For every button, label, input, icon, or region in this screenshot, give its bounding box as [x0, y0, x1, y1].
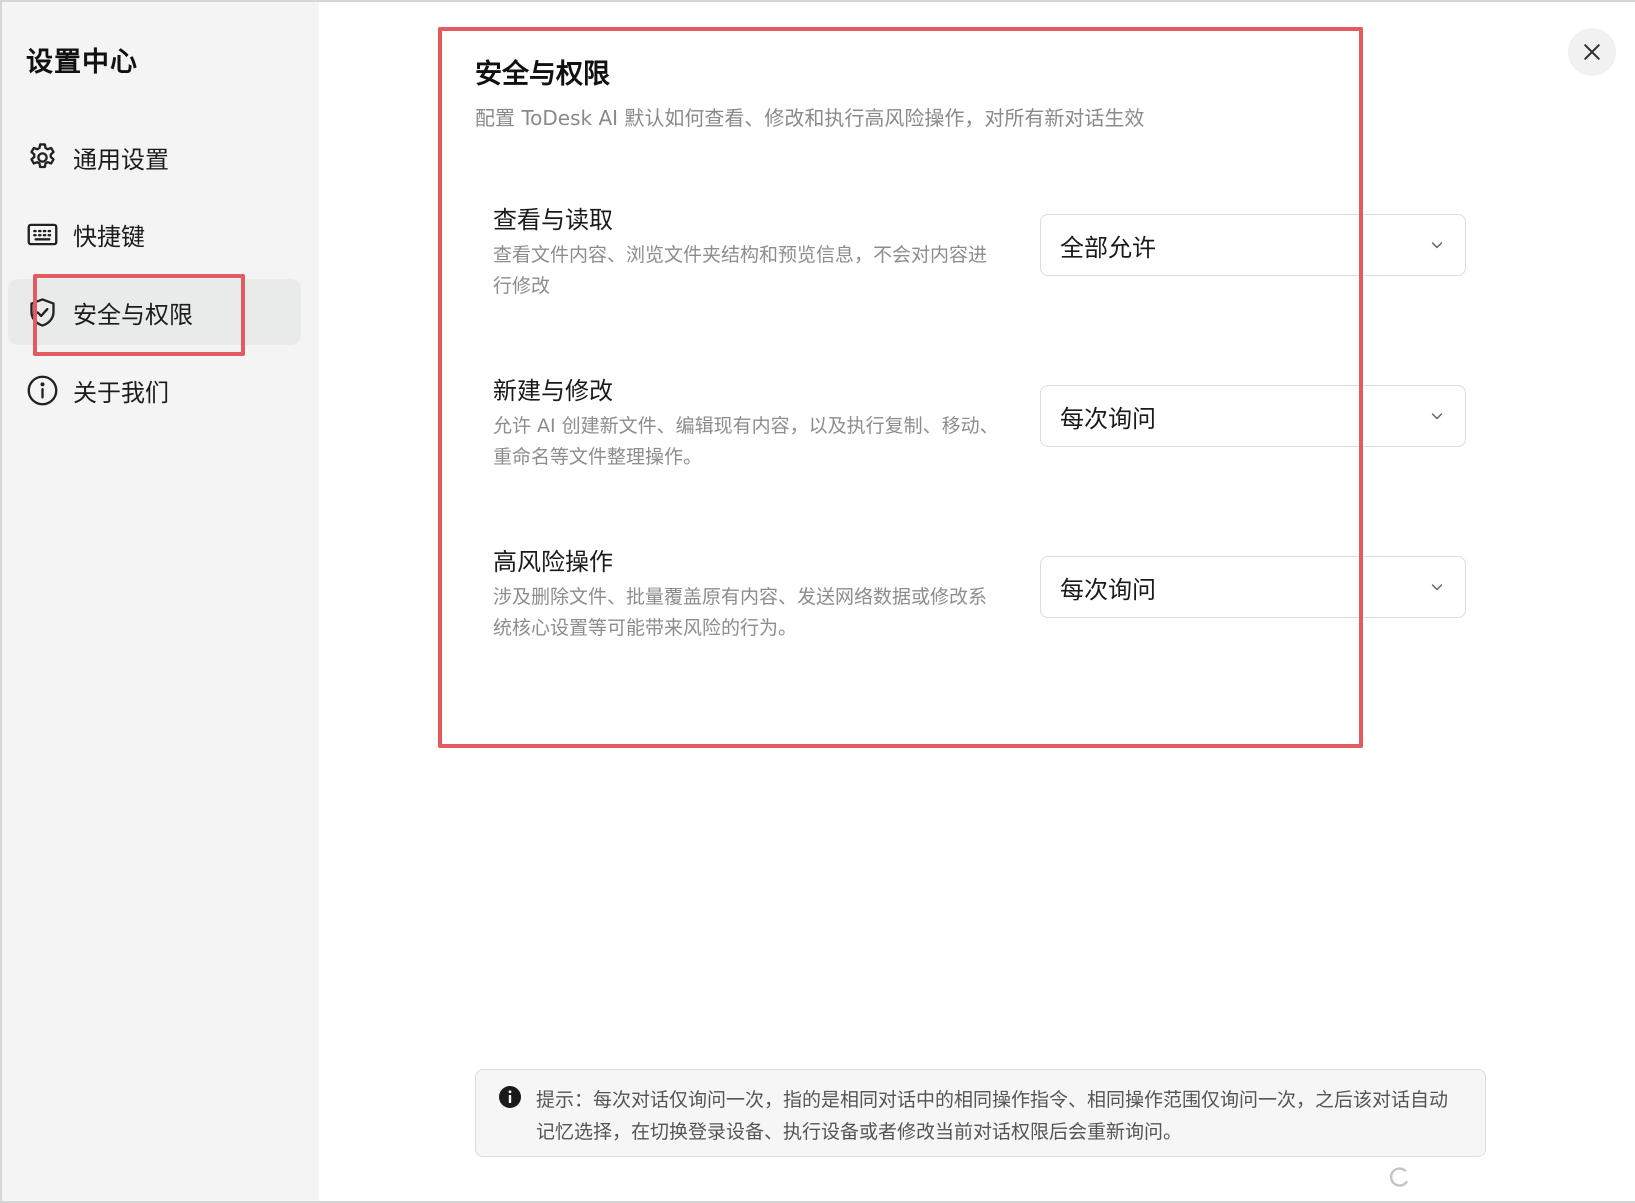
page-subtitle: 配置 ToDesk AI 默认如何查看、修改和执行高风险操作，对所有新对话生效 [475, 106, 1145, 130]
sidebar-title: 设置中心 [26, 47, 138, 78]
sidebar: 设置中心 通用设置 快捷键 安全与权限 关于我们 [2, 2, 319, 1201]
select-value: 每次询问 [1060, 404, 1156, 433]
permission-select-read[interactable]: 全部允许 [1040, 214, 1466, 276]
keyboard-icon [26, 218, 59, 251]
sidebar-item-label: 通用设置 [73, 145, 169, 174]
page-title: 安全与权限 [475, 59, 610, 90]
sidebar-item-about[interactable]: 关于我们 [8, 357, 301, 423]
gear-icon [26, 141, 59, 174]
select-value: 全部允许 [1060, 233, 1156, 262]
sidebar-item-label: 快捷键 [73, 222, 145, 251]
notice-box: 提示：每次对话仅询问一次，指的是相同对话中的相同操作指令、相同操作范围仅询问一次… [475, 1069, 1486, 1157]
shield-icon [26, 296, 59, 329]
permission-description: 查看文件内容、浏览文件夹结构和预览信息，不会对内容进行修改 [493, 244, 988, 297]
close-button[interactable] [1568, 28, 1616, 76]
sidebar-item-label: 关于我们 [73, 378, 169, 407]
loading-spinner-icon [1389, 1167, 1408, 1187]
permission-description: 涉及删除文件、批量覆盖原有内容、发送网络数据或修改系统核心设置等可能带来风险的行… [493, 586, 988, 639]
chevron-down-icon [1431, 413, 1443, 420]
permission-select-high-risk[interactable]: 每次询问 [1040, 556, 1466, 618]
settings-window: 设置中心 通用设置 快捷键 安全与权限 关于我们 安全与权限 配置 ToDesk… [0, 0, 1635, 1203]
permission-title: 高风险操作 [493, 548, 613, 576]
chevron-down-icon [1431, 584, 1443, 591]
sidebar-item-general[interactable]: 通用设置 [8, 124, 301, 190]
permission-title: 查看与读取 [493, 206, 613, 234]
select-value: 每次询问 [1060, 575, 1156, 604]
notice-text: 提示：每次对话仅询问一次，指的是相同对话中的相同操作指令、相同操作范围仅询问一次… [536, 1089, 1449, 1143]
permission-select-modify[interactable]: 每次询问 [1040, 385, 1466, 447]
close-icon [1584, 44, 1600, 60]
permission-description: 允许 AI 创建新文件、编辑现有内容，以及执行复制、移动、重命名等文件整理操作。 [493, 415, 999, 468]
chevron-down-icon [1431, 242, 1443, 249]
sidebar-item-security[interactable]: 安全与权限 [8, 279, 301, 345]
sidebar-item-label: 安全与权限 [73, 300, 193, 329]
info-icon [26, 374, 59, 407]
info-filled-icon [499, 1086, 521, 1108]
sidebar-item-shortcuts[interactable]: 快捷键 [8, 201, 301, 267]
permission-title: 新建与修改 [493, 377, 613, 405]
